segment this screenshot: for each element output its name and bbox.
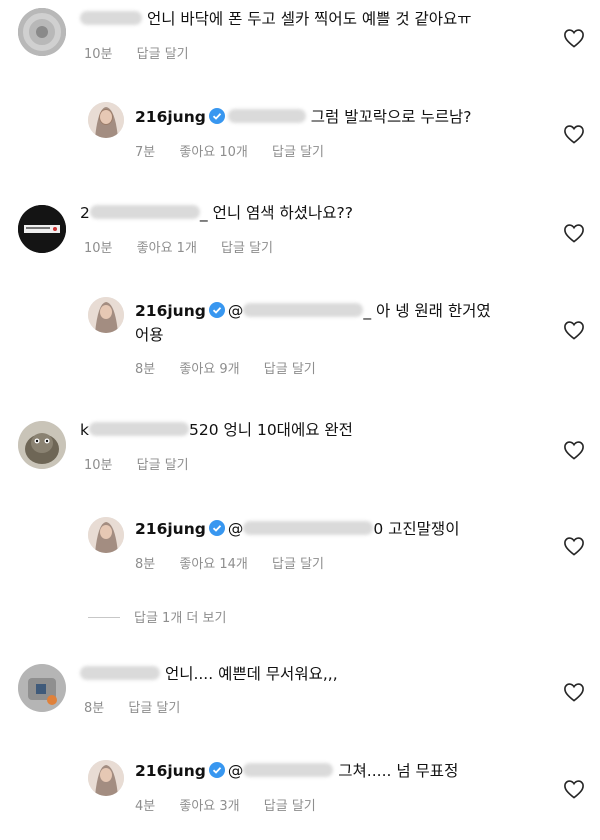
avatar-image: [88, 517, 124, 553]
comment-meta: 10분 답글 달기: [84, 43, 209, 62]
avatar-image: [88, 760, 124, 796]
reply-button[interactable]: 답글 달기: [272, 145, 324, 160]
comment-meta: 4분 좋아요 3개 답글 달기: [135, 795, 336, 814]
avatar[interactable]: [88, 517, 124, 553]
like-count[interactable]: 좋아요 9개: [179, 362, 239, 377]
redacted-username: [89, 205, 200, 219]
avatar[interactable]: [88, 102, 124, 138]
comment-text: k 520 엉니 10대에요 완전: [80, 419, 353, 442]
redacted-username: [80, 11, 142, 25]
comment-body: 언니 염색 하셨나요??: [212, 204, 353, 222]
view-more-replies-label: 답글 1개 더 보기: [134, 611, 227, 626]
redacted-mention: [243, 763, 334, 777]
timestamp: 4분: [135, 799, 156, 814]
comment-body: 그쳐..... 넘 무표정: [338, 762, 459, 780]
heart-outline-icon[interactable]: [563, 28, 585, 48]
avatar-image: [88, 297, 124, 333]
comment-body: 언니.... 예쁜데 무서워요,,,: [164, 665, 338, 683]
avatar-image: [18, 8, 66, 56]
comment-text: 216jung 그럼 발꼬락으로 누르남?: [135, 106, 471, 129]
redacted-username: [88, 422, 189, 436]
username[interactable]: 216jung: [135, 762, 206, 780]
comment-body: 고진말쟁이: [388, 520, 460, 538]
heart-outline-icon[interactable]: [563, 124, 585, 144]
reply-button[interactable]: 답글 달기: [264, 362, 316, 377]
timestamp: 10분: [84, 241, 113, 256]
reply-button[interactable]: 답글 달기: [221, 241, 273, 256]
comment-meta: 10분 답글 달기: [84, 454, 209, 473]
username[interactable]: _: [200, 204, 208, 222]
heart-outline-icon[interactable]: [563, 440, 585, 460]
like-count[interactable]: 좋아요 10개: [179, 145, 248, 160]
verified-badge-icon: [208, 520, 225, 536]
comment-body: 언니 바닥에 폰 두고 셀카 찍어도 예쁠 것 같아요ㅠ: [146, 10, 472, 28]
mention[interactable]: 0: [373, 520, 383, 538]
avatar[interactable]: [18, 664, 66, 712]
verified-badge-icon: [208, 108, 225, 124]
mention[interactable]: _: [363, 302, 371, 320]
heart-outline-icon[interactable]: [563, 223, 585, 243]
comment-text-continued: 어용: [135, 324, 164, 347]
avatar-image: [18, 421, 66, 469]
username[interactable]: 2: [80, 204, 90, 222]
comment-text: 216jung @ _ 아 넹 원래 한거였: [135, 300, 491, 323]
timestamp: 10분: [84, 458, 113, 473]
avatar[interactable]: [18, 421, 66, 469]
username[interactable]: k: [80, 421, 89, 439]
avatar[interactable]: [88, 760, 124, 796]
comment-meta: 8분 답글 달기: [84, 697, 200, 716]
view-more-replies-button[interactable]: 답글 1개 더 보기: [88, 607, 226, 626]
comment-meta: 8분 좋아요 9개 답글 달기: [135, 358, 336, 377]
mention[interactable]: @: [228, 762, 244, 780]
comment-meta: 10분 좋아요 1개 답글 달기: [84, 237, 293, 256]
avatar[interactable]: [88, 297, 124, 333]
heart-outline-icon[interactable]: [563, 682, 585, 702]
comment-body: 엉니 10대에요 완전: [223, 421, 353, 439]
avatar-image: [18, 205, 66, 253]
mention[interactable]: @: [228, 302, 244, 320]
like-count[interactable]: 좋아요 1개: [137, 241, 197, 256]
comment-text: 216jung @ 그쳐..... 넘 무표정: [135, 760, 458, 783]
comment-body: 그럼 발꼬락으로 누르남?: [310, 108, 472, 126]
heart-outline-icon[interactable]: [563, 536, 585, 556]
reply-button[interactable]: 답글 달기: [137, 458, 189, 473]
verified-badge-icon: [208, 762, 225, 778]
like-count[interactable]: 좋아요 14개: [179, 557, 248, 572]
avatar-image: [88, 102, 124, 138]
verified-badge-icon: [208, 302, 225, 318]
redacted-mention: [243, 521, 374, 535]
comment-meta: 8분 좋아요 14개 답글 달기: [135, 553, 344, 572]
timestamp: 8분: [135, 557, 156, 572]
redacted-mention: [243, 303, 364, 317]
comment-meta: 7분 좋아요 10개 답글 달기: [135, 141, 344, 160]
reply-button[interactable]: 답글 달기: [272, 557, 324, 572]
comment-body: 어용: [135, 326, 164, 344]
heart-outline-icon[interactable]: [563, 320, 585, 340]
username[interactable]: 216jung: [135, 520, 206, 538]
username[interactable]: 520: [189, 421, 219, 439]
comment-text: 2 _ 언니 염색 하셨나요??: [80, 202, 353, 225]
reply-button[interactable]: 답글 달기: [137, 47, 189, 62]
avatar-image: [18, 664, 66, 712]
comment-text: 언니.... 예쁜데 무서워요,,,: [80, 663, 338, 686]
comment-text: 언니 바닥에 폰 두고 셀카 찍어도 예쁠 것 같아요ㅠ: [80, 8, 472, 31]
mention[interactable]: @: [228, 520, 244, 538]
redacted-username: [80, 666, 160, 680]
username[interactable]: 216jung: [135, 302, 206, 320]
timestamp: 10분: [84, 47, 113, 62]
timestamp: 8분: [135, 362, 156, 377]
username[interactable]: 216jung: [135, 108, 206, 126]
avatar[interactable]: [18, 205, 66, 253]
heart-outline-icon[interactable]: [563, 779, 585, 799]
like-count[interactable]: 좋아요 3개: [179, 799, 239, 814]
redacted-mention: [227, 109, 306, 123]
timestamp: 8분: [84, 701, 105, 716]
comment-text: 216jung @0 고진말쟁이: [135, 518, 459, 541]
avatar[interactable]: [18, 8, 66, 56]
reply-button[interactable]: 답글 달기: [264, 799, 316, 814]
reply-button[interactable]: 답글 달기: [128, 701, 180, 716]
divider-line: [88, 617, 120, 618]
timestamp: 7분: [135, 145, 156, 160]
comment-body: 아 넹 원래 한거였: [376, 302, 491, 320]
